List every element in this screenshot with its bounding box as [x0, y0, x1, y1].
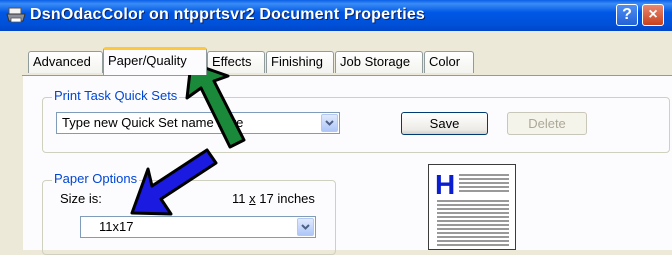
quick-set-name-value: Type new Quick Set name here: [62, 115, 244, 130]
save-button[interactable]: Save: [401, 112, 488, 135]
size-times: x: [249, 191, 256, 206]
quick-set-name-combo[interactable]: Type new Quick Set name here: [56, 112, 340, 134]
help-button[interactable]: ?: [616, 4, 638, 26]
preview-letter: H: [435, 169, 455, 200]
printer-icon: [6, 7, 26, 23]
size-height-unit: 17 inches: [259, 191, 315, 206]
tab-effects[interactable]: Effects: [207, 51, 265, 73]
title-bar: DsnOdacColor on ntpprtsvr2 Document Prop…: [0, 0, 672, 31]
paper-size-value: 11x17: [99, 219, 134, 234]
document-preview-graphic: H: [435, 169, 509, 246]
document-preview: H: [428, 164, 516, 250]
close-button[interactable]: ×: [642, 4, 664, 26]
chevron-down-icon[interactable]: [321, 114, 338, 132]
delete-button[interactable]: Delete: [507, 112, 587, 135]
chevron-down-icon[interactable]: [297, 218, 314, 236]
quick-sets-label: Print Task Quick Sets: [52, 88, 180, 103]
size-is-label: Size is:: [60, 191, 102, 206]
tab-color[interactable]: Color: [424, 51, 474, 73]
tab-job-storage[interactable]: Job Storage: [335, 51, 423, 73]
size-value-text: 11 x 17 inches: [232, 191, 315, 206]
window-title: DsnOdacColor on ntpprtsvr2 Document Prop…: [30, 6, 426, 23]
paper-options-label: Paper Options: [52, 171, 140, 186]
tab-advanced[interactable]: Advanced: [28, 51, 103, 73]
tab-paper-quality[interactable]: Paper/Quality: [103, 47, 207, 75]
tab-finishing[interactable]: Finishing: [266, 51, 334, 73]
tab-strip: Advanced Paper/Quality Effects Finishing…: [0, 31, 672, 77]
size-width: 11: [232, 191, 246, 206]
paper-size-combo[interactable]: 11x17: [80, 216, 316, 238]
